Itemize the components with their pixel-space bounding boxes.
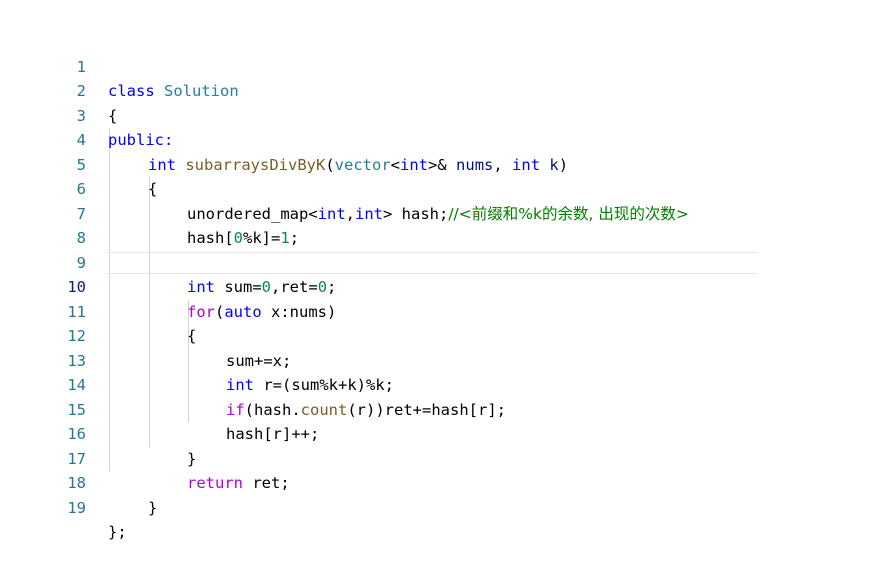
code-line-2[interactable]: 2 { xyxy=(0,55,869,125)
code-line-12[interactable]: 12 sum+=x; xyxy=(0,300,869,370)
code-line-18[interactable]: 18 } xyxy=(0,447,869,517)
code-line-14[interactable]: 14 if(hash.count(r))ret+=hash[r]; xyxy=(0,349,869,419)
code-line-4[interactable]: 4 int subarraysDivByK(vector<int>& nums,… xyxy=(0,104,869,174)
code-line-15[interactable]: 15 hash[r]++; xyxy=(0,373,869,444)
token-brace: }; xyxy=(108,523,127,541)
code-line-16[interactable]: 16 } xyxy=(0,398,869,468)
code-line-1[interactable]: 1 class Solution xyxy=(0,30,869,101)
code-line-5[interactable]: 5 { xyxy=(0,128,869,199)
code-line-19[interactable]: 19 }; xyxy=(0,471,869,542)
code-line-6[interactable]: 6 unordered_map<int,int> hash;//<前缀和%k的余… xyxy=(0,153,869,223)
code-line-7[interactable]: 7 hash[0%k]=1; xyxy=(0,177,869,248)
line-number: 19 xyxy=(67,498,86,517)
code-line-10-current[interactable]: 10 for(auto x:nums) xyxy=(0,251,869,321)
code-line-9[interactable]: 9 int sum=0,ret=0; xyxy=(0,226,869,297)
code-line-8[interactable]: 8 xyxy=(0,202,869,247)
code-line-11[interactable]: 11 { xyxy=(0,275,869,346)
code-line-17[interactable]: 17 return ret; xyxy=(0,422,869,493)
code-line-13[interactable]: 13 int r=(sum%k+k)%k; xyxy=(0,324,869,395)
token-brace: } xyxy=(148,498,158,517)
code-editor[interactable]: 1 class Solution 2 { 3 public: 4 int sub… xyxy=(0,30,869,542)
code-line-3[interactable]: 3 public: xyxy=(0,79,869,150)
